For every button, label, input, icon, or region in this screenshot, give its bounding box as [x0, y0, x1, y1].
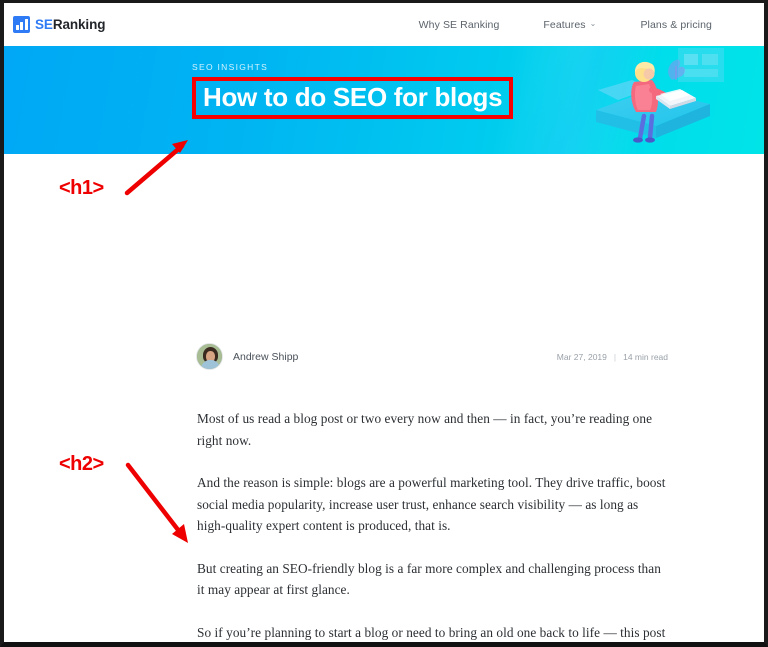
- site-header: SERanking Why SE Ranking Features ⌄ Plan…: [4, 3, 764, 46]
- publish-date: Mar 27, 2019: [556, 351, 607, 362]
- nav-item-label: Plans & pricing: [640, 18, 712, 31]
- red-rectangle-around-h1: How to do SEO for blogs: [192, 77, 514, 119]
- read-time: 14 min read: [623, 351, 668, 362]
- site-logo[interactable]: SERanking: [13, 16, 105, 33]
- hero-eyebrow-label: SEO INSIGHTS: [192, 62, 269, 72]
- hero-content: SEO INSIGHTS How to do SEO for blogs: [192, 62, 514, 119]
- webpage: SERanking Why SE Ranking Features ⌄ Plan…: [4, 3, 764, 642]
- bar-chart-icon: [13, 16, 30, 33]
- meta-separator: |: [613, 351, 617, 362]
- article-meta: Mar 27, 2019 | 14 min read: [557, 352, 668, 362]
- author-name[interactable]: Andrew Shipp: [233, 351, 298, 363]
- red-arrow-down-right-icon: [125, 462, 188, 543]
- nav-item-features[interactable]: Features ⌄: [521, 19, 618, 31]
- nav-item-why-se-ranking[interactable]: Why SE Ranking: [397, 19, 522, 31]
- main-navigation: Why SE Ranking Features ⌄ Plans & pricin…: [397, 19, 750, 31]
- logo-ranking-text: Ranking: [52, 17, 106, 32]
- logo-text: SERanking: [35, 17, 105, 32]
- page-title-h1: How to do SEO for blogs: [203, 82, 503, 112]
- article-body: Most of us read a blog post or two every…: [197, 408, 667, 642]
- byline: Andrew Shipp Mar 27, 2019 | 14 min read: [196, 343, 668, 370]
- chevron-down-icon: ⌄: [589, 19, 597, 28]
- screenshot-frame: SERanking Why SE Ranking Features ⌄ Plan…: [0, 0, 768, 647]
- nav-item-plans-pricing[interactable]: Plans & pricing: [618, 19, 750, 31]
- article-paragraph: And the reason is simple: blogs are a po…: [197, 475, 666, 533]
- nav-item-label: Why SE Ranking: [418, 18, 500, 31]
- hero-banner: SEO INSIGHTS How to do SEO for blogs: [4, 46, 764, 154]
- annotation-label-h2: <h2>: [59, 453, 104, 475]
- avatar: [196, 343, 223, 370]
- annotation-label-h1: <h1>: [59, 177, 104, 199]
- nav-item-label: Features: [543, 18, 586, 31]
- article-paragraph: But creating an SEO-friendly blog is a f…: [197, 560, 661, 598]
- article-paragraph: Most of us read a blog post or two every…: [197, 411, 653, 448]
- logo-se-text: SE: [35, 17, 53, 32]
- person-on-couch-with-laptop-illustration: [596, 48, 724, 143]
- article-paragraph: So if you’re planning to start a blog or…: [197, 624, 666, 640]
